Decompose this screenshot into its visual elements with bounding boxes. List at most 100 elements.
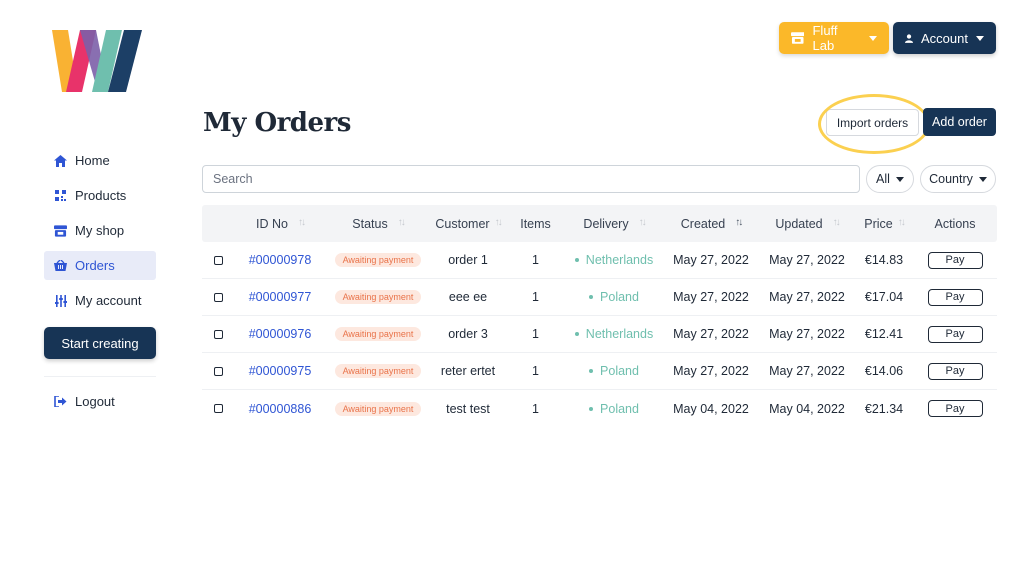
order-price: €14.06	[864, 364, 904, 378]
search-input[interactable]	[202, 165, 860, 193]
account-label: Account	[921, 30, 968, 46]
start-creating-button[interactable]: Start creating	[44, 327, 156, 359]
order-id-link[interactable]: #00000886	[249, 402, 312, 416]
column-header-customer[interactable]: Customer ↑↓	[430, 217, 506, 231]
row-checkbox[interactable]	[213, 255, 223, 265]
column-header-status[interactable]: Status ↑↓	[326, 217, 430, 231]
updated-date: May 04, 2022	[769, 401, 845, 416]
created-date: May 27, 2022	[673, 253, 749, 267]
account-dropdown-button[interactable]: Account	[893, 22, 996, 54]
column-header-id[interactable]: ID No ↑↓	[234, 217, 326, 231]
store-icon	[791, 32, 805, 44]
items-count: 1	[532, 401, 539, 416]
customer-name: test test	[446, 401, 490, 416]
delivery-country: Netherlands	[574, 327, 653, 341]
created-date: May 04, 2022	[673, 401, 749, 416]
status-filter-label: All	[876, 172, 890, 186]
dot-icon	[589, 369, 594, 373]
items-count: 1	[532, 364, 539, 378]
sidebar-item-home[interactable]: Home	[44, 146, 156, 175]
column-header-delivery[interactable]: Delivery ↑↓	[565, 217, 663, 231]
status-badge: Awaiting payment	[334, 290, 422, 304]
pay-button[interactable]: Pay	[927, 288, 983, 306]
dot-icon	[589, 406, 594, 411]
dot-icon	[589, 295, 594, 299]
delivery-country: Poland	[589, 364, 639, 378]
chevron-down-icon	[978, 176, 987, 182]
country-filter-label: Country	[929, 172, 973, 186]
order-id-link[interactable]: #00000977	[249, 290, 312, 304]
created-date: May 27, 2022	[673, 290, 749, 304]
delivery-country: Poland	[589, 402, 639, 416]
user-icon	[905, 33, 914, 43]
sidebar: Home Products My shop Orders My account …	[44, 146, 156, 422]
row-checkbox[interactable]	[213, 292, 223, 302]
status-badge: Awaiting payment	[334, 327, 422, 341]
table-header: ID No ↑↓ Status ↑↓ Customer ↑↓ Items Delive…	[202, 205, 997, 242]
row-checkbox[interactable]	[213, 404, 223, 413]
sidebar-item-label: Home	[75, 153, 110, 168]
column-header-price[interactable]: Price ↑↓	[855, 217, 913, 231]
order-id-link[interactable]: #00000976	[249, 327, 312, 341]
qr-icon	[54, 189, 67, 202]
customer-name: reter ertet	[440, 364, 496, 378]
country-filter-dropdown[interactable]: Country	[920, 165, 996, 193]
order-price: €12.41	[864, 327, 904, 341]
logout-button[interactable]: Logout	[44, 387, 156, 416]
column-header-items: Items	[520, 216, 551, 231]
sidebar-item-label: My account	[75, 293, 142, 308]
pay-button[interactable]: Pay	[927, 325, 983, 343]
sort-icon: ↑↓	[897, 216, 906, 228]
basket-icon	[54, 259, 67, 272]
order-price: €17.04	[864, 290, 904, 304]
chevron-down-icon	[869, 35, 877, 41]
customer-name: eee ee	[448, 290, 488, 304]
pay-button[interactable]: Pay	[927, 400, 983, 417]
logout-label: Logout	[75, 394, 115, 409]
sort-icon: ↑↓	[397, 216, 406, 228]
add-order-button[interactable]: Add order	[923, 108, 996, 136]
home-icon	[54, 154, 67, 167]
status-badge: Awaiting payment	[334, 401, 422, 416]
table-row: #00000886 Awaiting payment test test 1 P…	[202, 390, 997, 427]
sidebar-item-products[interactable]: Products	[44, 181, 156, 210]
table-row: #00000975 Awaiting payment reter ertet 1…	[202, 353, 997, 390]
brand-logo	[52, 30, 142, 92]
updated-date: May 27, 2022	[769, 290, 845, 304]
items-count: 1	[532, 253, 539, 267]
sort-icon: ↑↓	[735, 216, 743, 228]
table-row: #00000977 Awaiting payment eee ee 1 Pola…	[202, 279, 997, 316]
delivery-country: Poland	[589, 290, 639, 304]
sliders-icon	[54, 294, 67, 307]
dot-icon	[574, 332, 579, 336]
column-header-created[interactable]: Created ↑↓	[663, 217, 759, 231]
row-checkbox[interactable]	[213, 366, 223, 376]
table-row: #00000976 Awaiting payment order 3 1 Net…	[202, 316, 997, 353]
pay-button[interactable]: Pay	[927, 362, 983, 380]
sidebar-item-label: Products	[75, 188, 127, 203]
updated-date: May 27, 2022	[769, 364, 845, 378]
column-header-updated[interactable]: Updated ↑↓	[759, 217, 855, 231]
pay-button[interactable]: Pay	[927, 251, 983, 269]
store-icon	[54, 224, 67, 237]
updated-date: May 27, 2022	[769, 327, 845, 341]
chevron-down-icon	[976, 35, 984, 41]
import-orders-button[interactable]: Import orders	[826, 109, 919, 136]
status-filter-dropdown[interactable]: All	[866, 165, 914, 193]
customer-name: order 3	[448, 327, 488, 341]
table-row: #00000978 Awaiting payment order 1 1 Net…	[202, 242, 997, 279]
sidebar-divider	[44, 376, 156, 377]
sidebar-item-my-shop[interactable]: My shop	[44, 216, 156, 245]
delivery-country: Netherlands	[574, 253, 653, 267]
sort-icon: ↑↓	[494, 216, 503, 228]
sidebar-item-my-account[interactable]: My account	[44, 286, 156, 315]
status-badge: Awaiting payment	[334, 364, 422, 378]
updated-date: May 27, 2022	[769, 253, 845, 267]
order-id-link[interactable]: #00000978	[249, 253, 312, 267]
sidebar-item-orders[interactable]: Orders	[44, 251, 156, 280]
items-count: 1	[532, 290, 539, 304]
row-checkbox[interactable]	[213, 329, 223, 339]
sidebar-item-label: Orders	[75, 258, 115, 273]
shop-dropdown-button[interactable]: Fluff Lab	[779, 22, 889, 54]
order-id-link[interactable]: #00000975	[249, 364, 312, 378]
